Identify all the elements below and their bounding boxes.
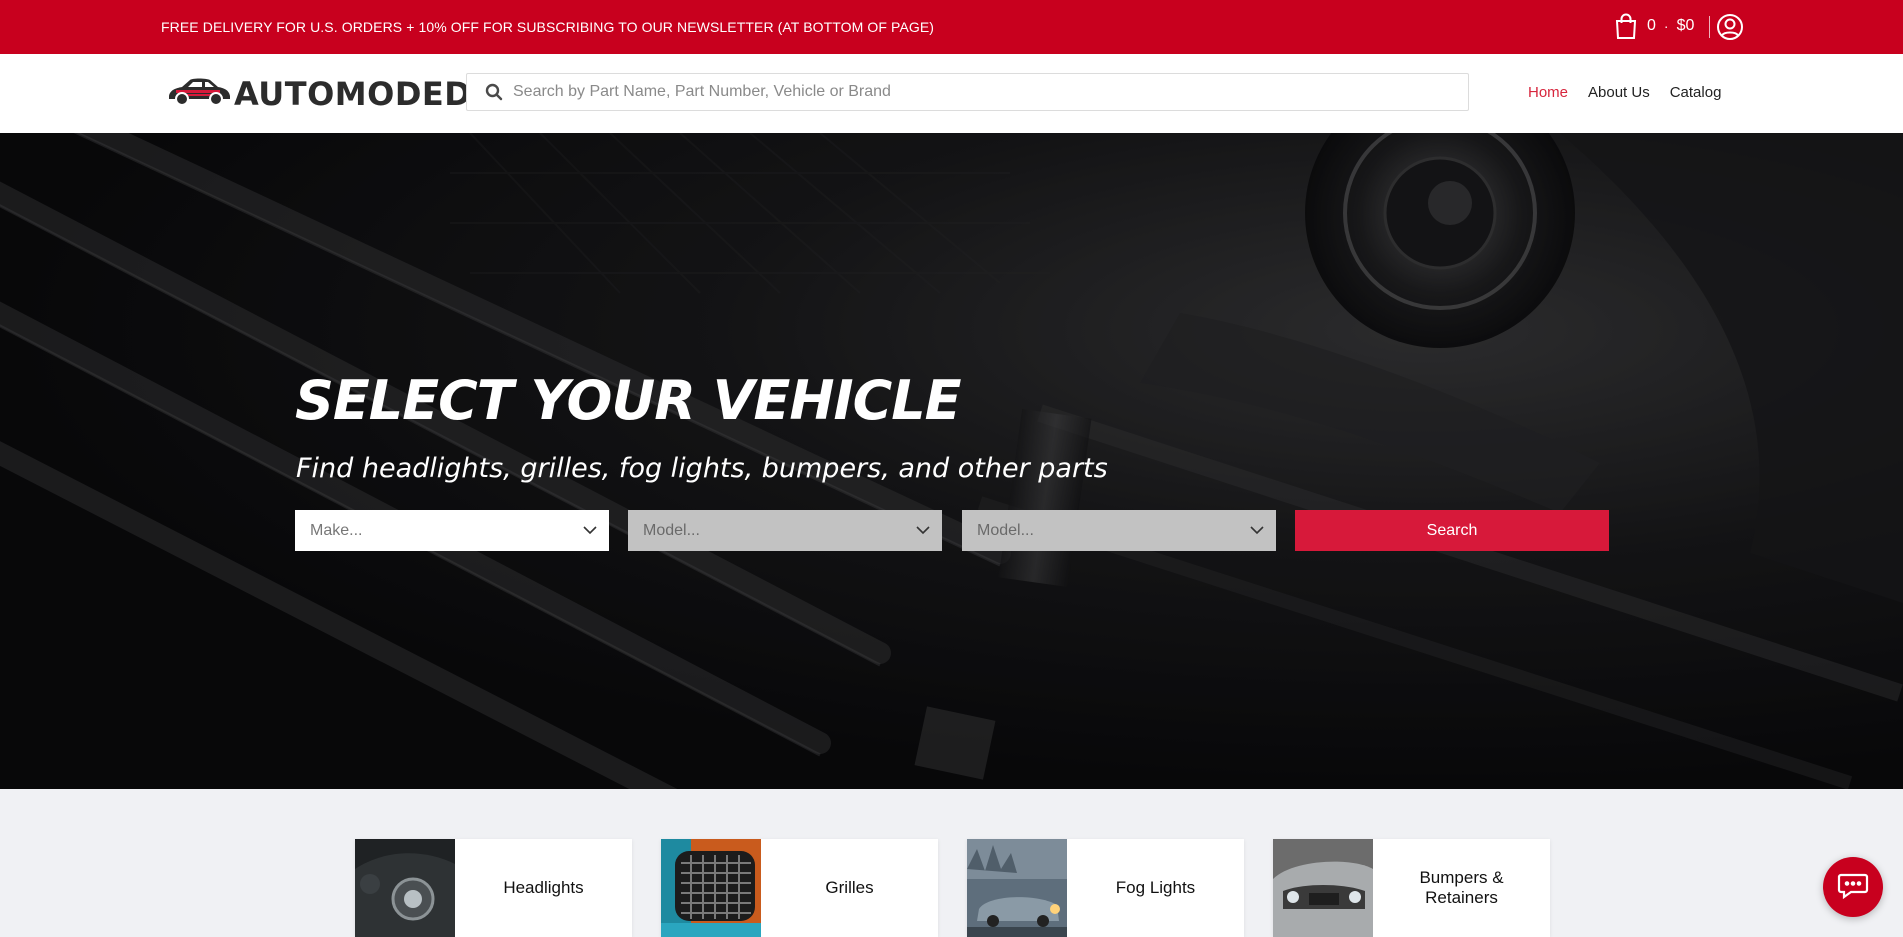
model-select-2[interactable]: Model... [962,510,1276,551]
bumpers-thumbnail [1273,839,1373,937]
headlights-thumbnail [355,839,455,937]
category-card-fog-lights[interactable]: Fog Lights [967,839,1244,937]
grilles-thumbnail [661,839,761,937]
hero-banner: SELECT YOUR VEHICLE Find headlights, gri… [0,133,1903,789]
site-header: AUTOMODED Home About Us Catalog [0,54,1903,133]
category-label: Grilles [825,878,874,897]
main-nav: Home About Us Catalog [1528,84,1721,101]
hero-title: SELECT YOUR VEHICLE [295,369,962,432]
category-card-headlights[interactable]: Headlights [355,839,632,937]
cart-separator: · [1663,18,1669,34]
chevron-down-icon [916,522,930,540]
category-label: Bumpers & Retainers [1419,868,1504,907]
car-logo-icon [166,74,232,113]
category-label: Headlights [503,878,584,897]
logo-text: AUTOMODED [234,74,472,113]
model-select[interactable]: Model... [628,510,942,551]
hero-subtitle: Find headlights, grilles, fog lights, bu… [296,453,1108,484]
header-divider [1709,16,1710,38]
category-card-grilles[interactable]: Grilles [661,839,938,937]
chevron-down-icon [583,522,597,540]
nav-item-home[interactable]: Home [1528,84,1568,101]
model-select-2-value: Model... [977,521,1034,539]
shopping-bag-icon [1613,12,1639,40]
category-label: Fog Lights [1115,878,1196,897]
nav-item-about-us[interactable]: About Us [1588,84,1650,101]
vehicle-search-button[interactable]: Search [1295,510,1609,551]
chevron-down-icon [1250,522,1264,540]
search-input[interactable] [513,83,1453,101]
promo-bar: FREE DELIVERY FOR U.S. ORDERS + 10% OFF … [0,0,1903,54]
chat-bubble-icon [1837,870,1869,905]
make-select-value: Make... [310,521,363,539]
cart-total: $0 [1676,17,1695,34]
logo[interactable]: AUTOMODED [166,74,471,113]
fog-lights-thumbnail [967,839,1067,937]
model-select-value: Model... [643,521,700,539]
chat-button[interactable] [1823,857,1883,917]
category-card-bumpers[interactable]: Bumpers & Retainers [1273,839,1550,937]
account-button[interactable] [1716,13,1744,46]
cart-button[interactable]: 0 · $0 [1613,12,1694,40]
make-select[interactable]: Make... [295,510,609,551]
promo-text: FREE DELIVERY FOR U.S. ORDERS + 10% OFF … [161,19,935,35]
cart-count: 0 [1647,17,1656,34]
search-bar [466,73,1469,111]
user-circle-icon [1716,14,1744,45]
search-icon [485,83,503,101]
nav-item-catalog[interactable]: Catalog [1670,84,1722,101]
